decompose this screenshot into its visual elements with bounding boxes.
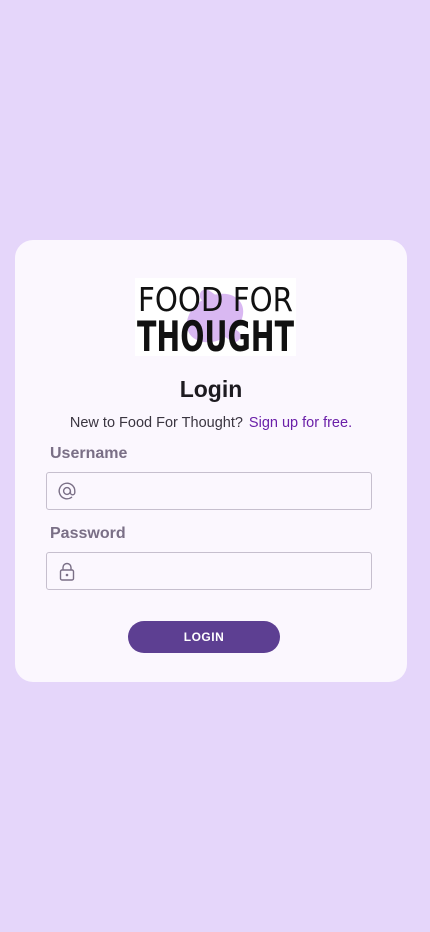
login-title: Login <box>179 376 243 402</box>
at-icon <box>57 481 77 501</box>
login-button[interactable]: LOGIN <box>128 621 280 653</box>
username-field[interactable] <box>46 472 372 511</box>
signup-prompt-text: New to Food For Thought? <box>69 415 243 431</box>
username-label: Username <box>50 445 128 462</box>
signup-prompt-line: New to Food For Thought? Sign up for free… <box>15 415 407 431</box>
food-for-thought-logo: FOOD FOR THOUGHT <box>135 278 296 356</box>
password-label: Password <box>50 525 126 542</box>
username-input[interactable] <box>83 473 367 511</box>
lock-icon <box>57 561 77 581</box>
password-field[interactable] <box>46 552 372 591</box>
svg-text:THOUGHT: THOUGHT <box>137 312 294 356</box>
logo-graphic: FOOD FOR THOUGHT <box>135 278 296 356</box>
login-card: FOOD FOR THOUGHT Login New to Food For T… <box>15 240 407 682</box>
signup-link[interactable]: Sign up for free. <box>249 415 352 431</box>
password-input[interactable] <box>83 553 367 591</box>
